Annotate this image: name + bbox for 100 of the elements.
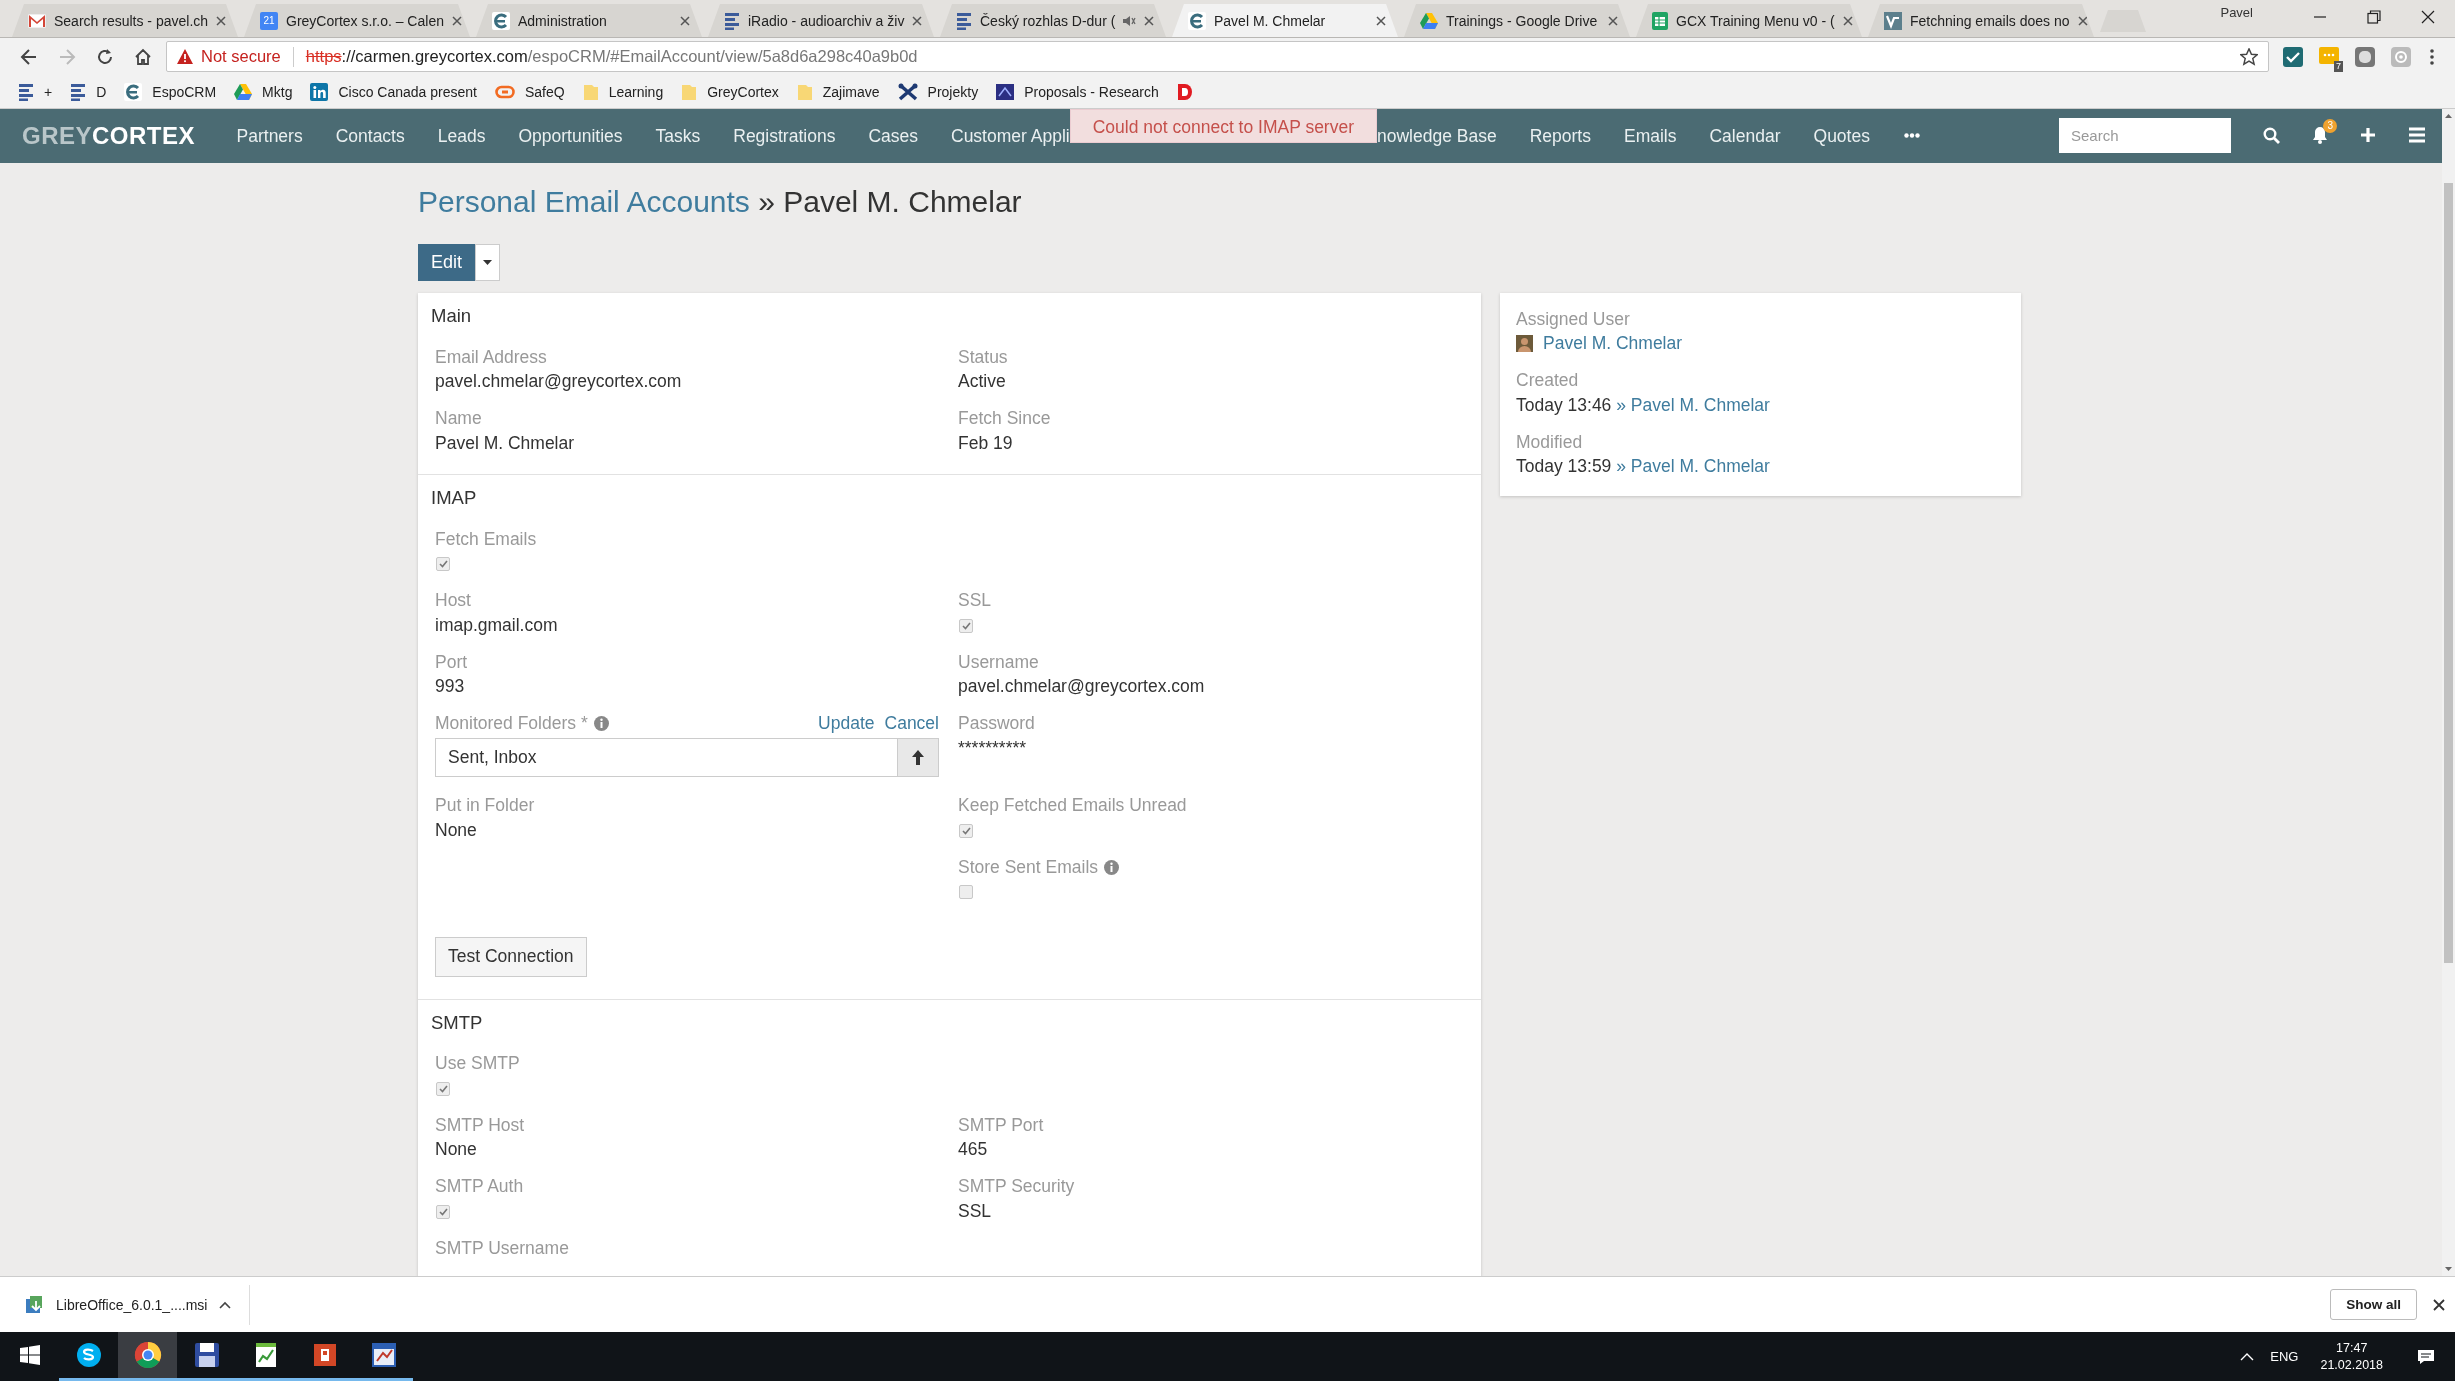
info-icon[interactable] [593,716,609,731]
action-link[interactable]: Update [818,713,875,734]
show-all-button[interactable]: Show all [2330,1289,2417,1320]
more-icon[interactable] [2429,47,2435,66]
menu-icon[interactable] [2408,127,2426,143]
browser-tab[interactable]: Administration [476,4,702,37]
nav-link[interactable]: Registrations [716,109,852,163]
bell-icon[interactable] [2312,126,2328,144]
bookmark[interactable]: + [10,79,61,104]
bookmark-label[interactable]: D [96,83,107,100]
plus-icon[interactable] [2360,127,2376,143]
nav-link[interactable]: Contacts [319,109,422,163]
browser-tab[interactable]: 21 GreyCortex s.r.o. – Calen [244,4,470,37]
bookmark-label[interactable]: Proposals - Research [1024,83,1159,100]
security-label[interactable]: Not secure [201,47,281,66]
user-link[interactable]: Pavel M. Chmelar [1543,331,1683,356]
bookmark[interactable]: Projekty [889,79,987,104]
bookmark-label[interactable]: GreyCortex [707,83,779,100]
bookmark[interactable]: D [62,79,115,104]
bookmark[interactable]: Zajimave [788,79,888,104]
profile-name[interactable]: Pavel [2220,5,2253,20]
brand-logo: GREYCORTEX [22,122,196,150]
move-up-button[interactable] [897,737,939,777]
search-field[interactable]: Search [2059,118,2231,153]
user-link[interactable]: Pavel M. Chmelar [1630,392,1770,418]
tab-title: Český rozhlas D-dur ( [980,12,1116,29]
bookmark[interactable]: GreyCortex [673,79,787,104]
bookmark[interactable]: SafeQ [487,80,573,103]
test-connection-button[interactable]: Test Connection [435,936,587,977]
home-button[interactable] [134,47,152,66]
notification-icon[interactable] [2417,1348,2435,1365]
nav-link[interactable]: Tasks [639,109,717,163]
bookmark-label[interactable]: Mktg [262,83,293,100]
nav-link[interactable]: Quotes [1797,109,1887,163]
browser-tab[interactable]: Fetchning emails does no [1868,4,2094,37]
browser-tab[interactable]: GCX Training Menu v0 - ( [1636,4,1862,37]
reload-button[interactable] [96,47,114,66]
nav-link[interactable]: Customer Appli [934,109,1070,163]
action-link[interactable]: Cancel [884,713,939,734]
bookmark[interactable]: Proposals - Research [988,80,1167,103]
info-icon[interactable] [1104,859,1120,875]
bookmark[interactable]: Mktg [226,80,301,103]
close-button[interactable] [2421,10,2435,24]
back-button[interactable] [20,47,38,66]
bookmark-label[interactable]: Cisco Canada present [338,83,477,100]
checkbox[interactable] [959,823,973,838]
download-item[interactable]: LibreOffice_6.0.1_....msi [24,1284,251,1325]
taskbar-app[interactable] [118,1332,177,1381]
clock[interactable]: 17:47 21.02.2018 [2320,1339,2383,1374]
close-icon[interactable] [1376,15,1386,26]
nav-link[interactable]: Leads [421,109,502,163]
browser-tab[interactable]: Český rozhlas D-dur ( [940,4,1166,37]
browser-tab[interactable]: iRadio - audioarchiv a živ [708,4,934,37]
nav-link[interactable]: nowledge Base [1377,109,1514,163]
nav-link[interactable]: Calendar [1693,109,1797,163]
chevron-up-icon[interactable] [2240,1352,2255,1361]
nav-link[interactable]: Cases [851,109,935,163]
bookmark-label[interactable]: + [44,83,53,100]
edit-button[interactable]: Edit [418,244,476,281]
breadcrumb-link[interactable]: Personal Email Accounts [418,185,750,218]
bookmark[interactable]: Cisco Canada present [302,79,485,104]
checkbox[interactable] [959,885,973,899]
checkmark-extension-icon[interactable] [2283,46,2303,67]
search-icon[interactable] [2263,127,2280,144]
bookmark-label[interactable]: Learning [608,83,664,100]
nav-link[interactable]: Opportunities [501,109,639,163]
bookmark-label[interactable]: Zajimave [822,83,880,100]
browser-tab[interactable]: Pavel M. Chmelar [1172,4,1398,37]
star-icon[interactable] [2240,47,2258,66]
checkbox[interactable] [436,1081,450,1096]
bookmark-label[interactable]: Projekty [927,83,979,100]
bookmark[interactable]: Learning [574,79,672,104]
checkbox[interactable] [959,618,973,633]
scroll-down-icon[interactable] [2445,1267,2452,1271]
scrollbar[interactable] [2442,109,2455,1276]
bookmark-logo-icon[interactable] [1176,82,1193,101]
chat-extension-icon[interactable] [2319,46,2339,67]
restore-button[interactable] [2367,10,2381,24]
nav-link[interactable]: Partners [220,109,320,163]
bookmark-label[interactable]: SafeQ [525,83,565,100]
scrollbar-thumb[interactable] [2444,183,2453,963]
browser-tab[interactable]: Search results - pavel.ch [12,4,238,37]
browser-tab[interactable]: Trainings - Google Drive [1404,4,1630,37]
bookmark[interactable]: EspoCRM [116,79,225,104]
nav-link[interactable]: Emails [1607,109,1693,163]
nav-link[interactable]: Reports [1513,109,1608,163]
caret-up-icon[interactable] [219,1300,232,1309]
checkbox[interactable] [436,557,450,571]
close-icon[interactable] [2077,15,2088,26]
more-icon[interactable] [1904,133,1921,138]
user-link[interactable]: Pavel M. Chmelar [1630,454,1770,479]
address-bar[interactable]: Not secure https://carmen.greycortex.com/espoCRM/#EmailAccount/view/5a8d6a298c40a9b0d [166,41,2269,72]
input-field[interactable]: Sent, Inbox [435,737,897,777]
language-indicator[interactable]: ENG [2270,1349,2299,1364]
close-icon[interactable] [2433,1298,2445,1311]
scroll-up-icon[interactable] [2445,114,2452,118]
square-extension-icon[interactable] [2355,46,2375,67]
checkbox[interactable] [436,1204,450,1219]
dropdown-button[interactable] [475,244,501,281]
bookmark-label[interactable]: EspoCRM [152,83,217,100]
